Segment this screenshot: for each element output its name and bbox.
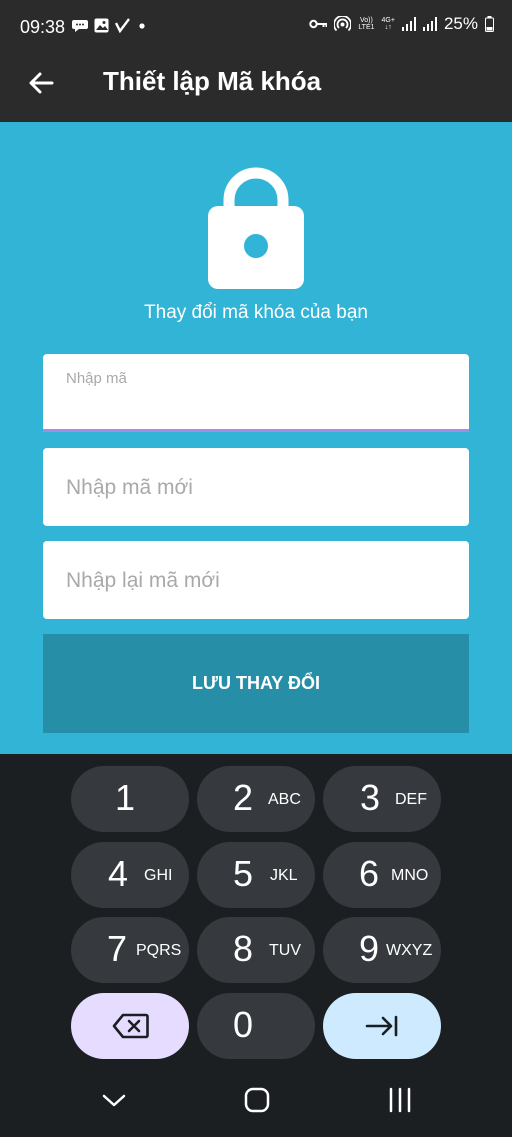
nav-collapse-icon[interactable] [99, 1085, 129, 1115]
gallery-icon [94, 18, 109, 33]
key-8-letters: TUV [269, 942, 301, 959]
key-6-digit: 6 [359, 853, 380, 894]
key-3[interactable]: 3 DEF [323, 766, 441, 832]
backspace-key[interactable] [71, 993, 189, 1059]
key-2[interactable]: 2 ABC [197, 766, 315, 832]
battery-percent: 25% [443, 14, 478, 33]
key-1-digit: 1 [115, 777, 136, 818]
key-6[interactable]: 6 MNO [323, 842, 441, 908]
lock-icon [208, 167, 304, 289]
current-code-field[interactable]: Nhập mã [43, 354, 469, 432]
nav-home-icon[interactable] [242, 1085, 272, 1115]
lte-label: LTE1 [358, 24, 375, 31]
current-code-label: Nhập mã [66, 370, 127, 387]
battery-icon [485, 16, 494, 32]
key-9-letters: WXYZ [386, 942, 433, 959]
hotspot-icon [334, 15, 352, 31]
new-code-placeholder: Nhập mã mới [66, 476, 193, 499]
volte-indicator: Vo)) LTE1 [358, 17, 374, 31]
numeric-keyboard: 1 2 ABC 3 DEF 4 GHI 5 JKL 6 MNO 7 PQRS 8… [0, 754, 512, 1059]
dot-icon [139, 22, 145, 29]
key-1[interactable]: 1 [71, 766, 189, 832]
passcode-form: Thay đổi mã khóa của bạn Nhập mã Nhập mã… [0, 122, 512, 754]
key-4-letters: GHI [144, 867, 173, 884]
key-5-digit: 5 [233, 853, 254, 894]
confirm-code-field[interactable]: Nhập lại mã mới [43, 541, 469, 619]
network-indicator: 4G+ ↓↑ [382, 17, 395, 31]
key-3-digit: 3 [360, 777, 381, 818]
network-label: 4G+ [381, 17, 395, 24]
check-icon [115, 18, 130, 33]
confirm-code-placeholder: Nhập lại mã mới [66, 569, 220, 592]
key-9[interactable]: 9 WXYZ [323, 917, 441, 983]
data-arrows-icon: ↓↑ [384, 24, 392, 31]
key-2-digit: 2 [233, 777, 254, 818]
key-5-letters: JKL [270, 867, 298, 884]
key-4-digit: 4 [108, 853, 129, 894]
app-bar: Thiết lập Mã khóa [0, 42, 512, 122]
key-0-digit: 0 [233, 1004, 254, 1045]
key-7-digit: 7 [107, 928, 128, 969]
key-7-letters: PQRS [136, 942, 182, 959]
volte-label: Vo)) [360, 17, 373, 24]
back-arrow-icon[interactable] [26, 68, 56, 98]
key-7[interactable]: 7 PQRS [71, 917, 189, 983]
vpn-key-icon [309, 19, 328, 29]
status-bar: 09:38 Vo)) LTE1 4G+ ↓↑ 25% [0, 0, 512, 42]
signal-icon-1 [401, 17, 416, 31]
key-8-digit: 8 [233, 928, 254, 969]
status-time: 09:38 [20, 17, 66, 37]
key-4[interactable]: 4 GHI [71, 842, 189, 908]
next-tab-icon [365, 1015, 398, 1037]
key-6-letters: MNO [391, 867, 429, 884]
page-title: Thiết lập Mã khóa [103, 66, 322, 96]
key-5[interactable]: 5 JKL [197, 842, 315, 908]
status-notification-icons [72, 18, 148, 33]
key-0[interactable]: 0 [197, 993, 315, 1059]
key-3-letters: DEF [395, 791, 427, 808]
system-nav-bar [0, 1059, 512, 1137]
save-changes-button[interactable]: LƯU THAY ĐỔI [43, 634, 469, 733]
key-9-digit: 9 [359, 928, 380, 969]
key-2-letters: ABC [268, 791, 301, 808]
backspace-icon [112, 1013, 149, 1039]
key-8[interactable]: 8 TUV [197, 917, 315, 983]
chat-icon [72, 19, 88, 32]
form-subtitle: Thay đổi mã khóa của bạn [144, 302, 368, 323]
next-key[interactable] [323, 993, 441, 1059]
nav-recents-icon[interactable] [385, 1085, 415, 1115]
signal-icon-2 [422, 17, 437, 31]
new-code-field[interactable]: Nhập mã mới [43, 448, 469, 526]
status-right-icons: Vo)) LTE1 4G+ ↓↑ 25% [309, 14, 494, 34]
